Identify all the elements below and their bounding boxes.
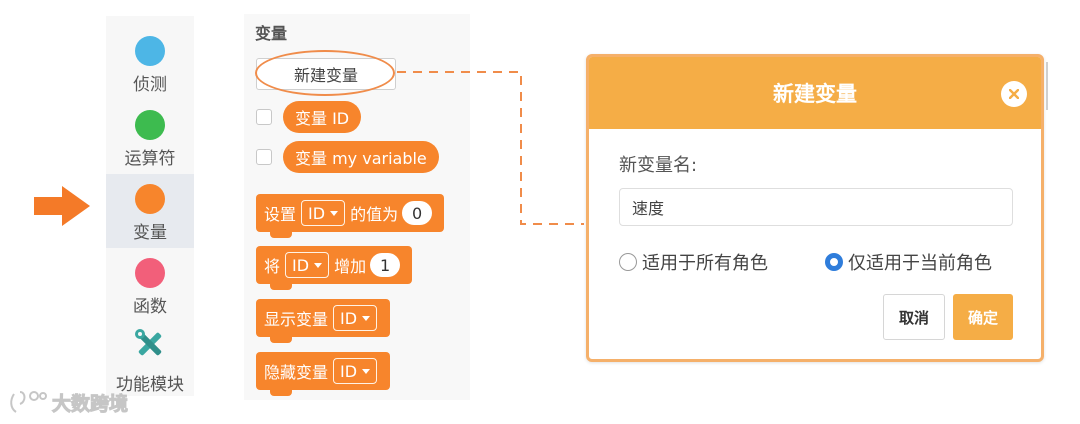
set-value-input[interactable]: 0 [402, 201, 433, 225]
change-dropdown-value: ID [292, 255, 310, 275]
operators-circle-icon [135, 110, 165, 140]
radio-all-sprites[interactable]: 适用于所有角色 [619, 249, 768, 275]
radio-current-sprite-circle [825, 253, 843, 271]
confirm-button[interactable]: 确定 [953, 294, 1013, 340]
hide-variable-dropdown[interactable]: ID [333, 358, 378, 384]
watermark: 大数跨境 [8, 388, 129, 416]
chevron-down-icon [330, 210, 339, 216]
dialog-header: 新建变量 [589, 57, 1041, 129]
set-variable-block[interactable]: 设置 ID 的值为 0 [256, 194, 445, 238]
change-variable-block[interactable]: 将 ID 增加 1 [256, 246, 413, 290]
radio-current-sprite-label: 仅适用于当前角色 [848, 253, 992, 274]
my-variable-checkbox[interactable] [256, 149, 272, 165]
show-block-prefix: 显示变量 [264, 310, 329, 329]
new-variable-button[interactable]: 新建变量 [256, 58, 396, 90]
set-variable-dropdown[interactable]: ID [301, 200, 346, 226]
watermark-text: 大数跨境 [51, 392, 129, 415]
category-detect-label: 侦测 [133, 75, 167, 95]
radio-all-sprites-circle [619, 253, 637, 271]
chevron-down-icon [362, 368, 371, 374]
change-variable-dropdown[interactable]: ID [285, 252, 330, 278]
close-button[interactable] [1001, 81, 1027, 107]
chevron-down-icon [314, 262, 323, 268]
new-variable-dialog: 新建变量 新变量名: 适用于所有角色 仅适用于当前角色 取消 确定 [586, 54, 1044, 362]
variable-id-reporter[interactable]: 变量 ID [283, 101, 362, 133]
radio-all-sprites-label: 适用于所有角色 [642, 253, 768, 274]
cancel-button[interactable]: 取消 [883, 294, 945, 340]
functions-circle-icon [135, 258, 165, 288]
background-panel-edge [1046, 62, 1048, 110]
category-variables-label: 变量 [133, 223, 167, 243]
change-block-prefix: 将 [264, 257, 281, 276]
category-sidebar: 侦测 运算符 变量 函数 功能模块 [106, 16, 194, 396]
tools-icon [135, 329, 162, 356]
close-icon [1009, 89, 1019, 99]
chevron-down-icon [362, 315, 371, 321]
radio-current-sprite[interactable]: 仅适用于当前角色 [825, 249, 992, 275]
pointer-arrow-icon [34, 186, 90, 226]
change-block-middle: 增加 [334, 257, 367, 276]
hide-dropdown-value: ID [340, 361, 358, 381]
category-functions-label: 函数 [133, 297, 167, 317]
detect-circle-icon [135, 36, 165, 66]
category-functions[interactable]: 函数 [106, 248, 194, 322]
hide-variable-block[interactable]: 隐藏变量 ID [256, 352, 391, 396]
category-operators-label: 运算符 [124, 149, 176, 169]
variable-name-input[interactable] [619, 188, 1013, 226]
show-dropdown-value: ID [340, 308, 358, 328]
my-variable-reporter[interactable]: 变量 my variable [283, 141, 439, 173]
category-operators[interactable]: 运算符 [106, 100, 194, 174]
dialog-title: 新建变量 [773, 82, 857, 106]
watermark-logo-icon [10, 391, 47, 413]
set-dropdown-value: ID [308, 203, 326, 223]
hide-block-prefix: 隐藏变量 [264, 363, 329, 382]
variable-id-checkbox[interactable] [256, 109, 272, 125]
show-variable-block[interactable]: 显示变量 ID [256, 299, 391, 343]
show-variable-dropdown[interactable]: ID [333, 305, 378, 331]
change-value-input[interactable]: 1 [370, 253, 401, 277]
variable-name-label: 新变量名: [619, 155, 698, 176]
category-detect[interactable]: 侦测 [106, 26, 194, 100]
palette-title: 变量 [255, 24, 288, 43]
variables-circle-icon [135, 184, 165, 214]
category-variables[interactable]: 变量 [106, 174, 194, 248]
set-block-middle: 的值为 [350, 205, 399, 224]
set-block-prefix: 设置 [264, 205, 297, 224]
